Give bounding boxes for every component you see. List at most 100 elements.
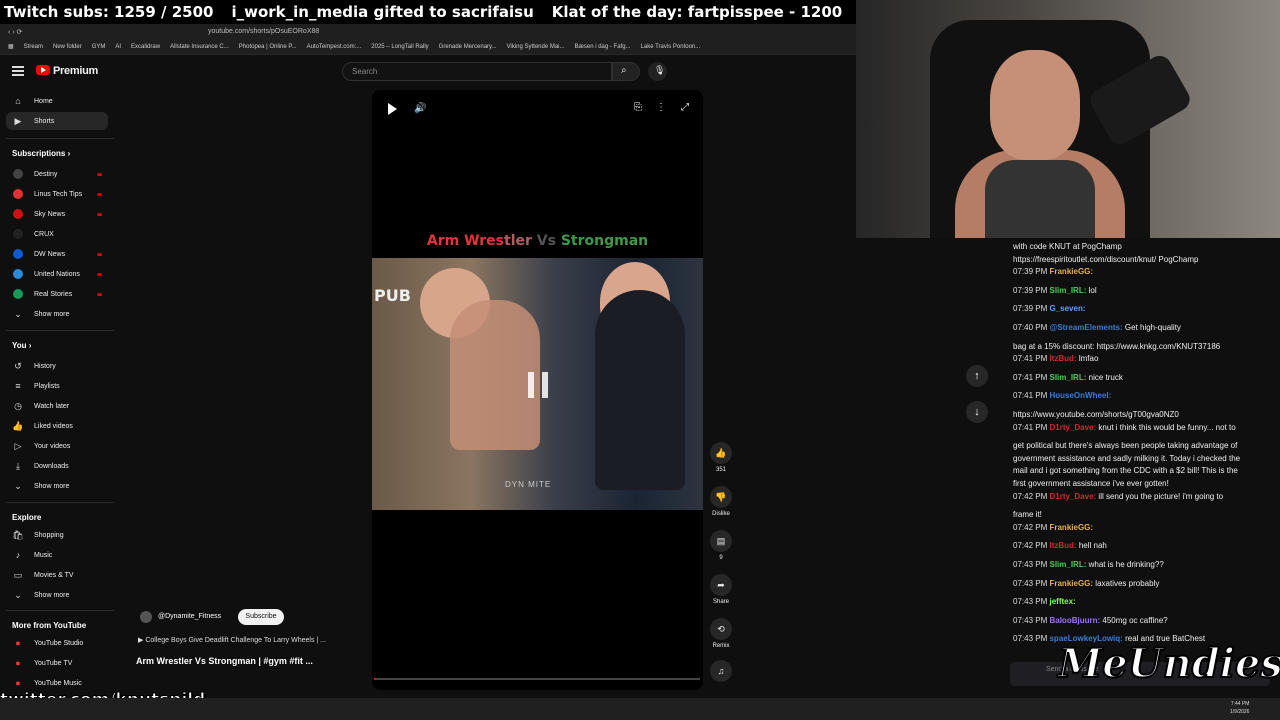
sidebar-item-subscription[interactable]: Destiny: [6, 165, 108, 183]
chat-message: 07:42 PM D1rty_Dave: ill send you the pi…: [1013, 491, 1273, 503]
progress-bar[interactable]: [374, 678, 700, 680]
system-clock[interactable]: 7:44 PM 1/9/2026: [1230, 700, 1249, 716]
apps-icon[interactable]: ▦: [8, 43, 14, 50]
chat-text: 450mg oc caffine?: [1102, 615, 1168, 625]
dislike-button[interactable]: 👎 Dislike: [706, 486, 736, 517]
next-short-button[interactable]: ↓: [966, 401, 988, 423]
channel-name[interactable]: @Dynamite_Fitness: [158, 613, 221, 620]
chat-message: 07:39 PM G_seven:: [1013, 303, 1273, 315]
chat-username[interactable]: D1rty_Dave:: [1049, 492, 1096, 501]
chat-text: lol: [1088, 285, 1097, 295]
chat-username[interactable]: Slim_IRL:: [1049, 373, 1086, 382]
search-button[interactable]: ⌕: [612, 62, 640, 81]
you-heading[interactable]: You ›: [12, 341, 31, 350]
sidebar-item-home[interactable]: ⌂ Home: [6, 92, 108, 110]
sidebar-item-history[interactable]: ↺ History: [6, 357, 108, 375]
volume-icon[interactable]: 🔊: [414, 103, 426, 115]
chat-timestamp: 07:40 PM: [1013, 323, 1048, 332]
hamburger-menu-icon[interactable]: [12, 66, 24, 76]
related-video-link[interactable]: ▶ College Boys Give Deadlift Challenge T…: [138, 636, 326, 644]
bookmark-item[interactable]: Lake Travis Pontoon...: [641, 44, 701, 50]
bookmark-item[interactable]: Stream: [24, 44, 43, 50]
chat-username[interactable]: jefftex:: [1049, 597, 1075, 606]
dislike-icon: 👎: [710, 486, 732, 508]
bookmark-item[interactable]: New folder: [53, 44, 82, 50]
chat-username[interactable]: BalooBjuurn:: [1049, 616, 1100, 625]
more-from-youtube-heading: More from YouTube: [12, 621, 87, 630]
show-more-subscriptions[interactable]: ⌄ Show more: [6, 305, 108, 323]
bookmark-item[interactable]: Allstate Insurance C...: [170, 44, 229, 50]
pause-icon[interactable]: [528, 372, 548, 398]
search-input[interactable]: Search: [342, 62, 612, 81]
comments-button[interactable]: ▤ 9: [706, 530, 736, 561]
bookmark-item[interactable]: AI: [115, 44, 121, 50]
sidebar-item-subscription[interactable]: CRUX: [6, 225, 108, 243]
chat-username[interactable]: ItzBud:: [1049, 354, 1076, 363]
sidebar-item-your-videos[interactable]: ▷ Your videos: [6, 437, 108, 455]
sidebar-item-subscription[interactable]: United Nations: [6, 265, 108, 283]
sidebar-item-shopping[interactable]: 🛍 Shopping: [6, 526, 108, 544]
sidebar-item-watch-later[interactable]: ◷ Watch later: [6, 397, 108, 415]
captions-icon[interactable]: ⎘: [632, 102, 644, 114]
bookmark-item[interactable]: Grenade Mercenary...: [439, 44, 497, 50]
more-options-icon[interactable]: ⋮: [655, 102, 667, 114]
shorts-icon: ▶: [14, 115, 22, 126]
sidebar-item-subscription[interactable]: Real Stories: [6, 285, 108, 303]
sidebar-item-youtube-studio[interactable]: ● YouTube Studio: [6, 634, 108, 652]
bookmark-item[interactable]: Excalidraw: [131, 44, 160, 50]
sidebar-item-subscription[interactable]: Linus Tech Tips: [6, 185, 108, 203]
bookmark-item[interactable]: AutoTempest.com:...: [307, 44, 362, 50]
liked-icon: 👍: [12, 420, 24, 431]
subscriptions-heading[interactable]: Subscriptions ›: [12, 149, 70, 158]
bookmark-item[interactable]: Viking Syttende Mai...: [507, 44, 565, 50]
chat-username[interactable]: FrankieGG:: [1049, 579, 1093, 588]
nav-arrows-icon[interactable]: ‹ › ⟳: [8, 28, 48, 36]
chat-username[interactable]: G_seven:: [1049, 304, 1085, 313]
youtube-music-icon: ●: [15, 678, 21, 688]
sound-thumbnail[interactable]: ♫: [706, 660, 736, 685]
sidebar-item-youtube-tv[interactable]: ● YouTube TV: [6, 654, 108, 672]
video-caption[interactable]: Arm Wrestler Vs Strongman | #gym #fit ..…: [136, 656, 313, 666]
share-button[interactable]: ➦ Share: [706, 574, 736, 605]
chat-message: https://www.youtube.com/shorts/gT00gva0N…: [1013, 409, 1273, 421]
sidebar-item-movies[interactable]: ▭ Movies & TV: [6, 566, 108, 584]
bookmark-item[interactable]: 2025 – LongTail Rally: [371, 44, 428, 50]
channel-avatar[interactable]: [140, 611, 152, 623]
chat-username[interactable]: ItzBud:: [1049, 541, 1076, 550]
sidebar-item-downloads[interactable]: ⤓ Downloads: [6, 457, 108, 475]
show-more-explore[interactable]: ⌄ Show more: [6, 586, 108, 604]
chat-username[interactable]: Slim_IRL:: [1049, 286, 1086, 295]
voice-search-button[interactable]: 🎙: [648, 62, 667, 81]
sidebar-item-shorts[interactable]: ▶ Shorts: [6, 112, 108, 130]
chat-username[interactable]: @StreamElements:: [1049, 323, 1122, 332]
show-more-you[interactable]: ⌄ Show more: [6, 477, 108, 495]
chat-username[interactable]: Slim_IRL:: [1049, 560, 1086, 569]
sidebar-item-subscription[interactable]: DW News: [6, 245, 108, 263]
chat-timestamp: 07:42 PM: [1013, 491, 1048, 501]
chat-username[interactable]: D1rty_Dave:: [1049, 423, 1096, 432]
chat-username[interactable]: FrankieGG:: [1049, 523, 1093, 532]
chat-timestamp: 07:43 PM: [1013, 634, 1048, 644]
subscribe-button[interactable]: Subscribe: [238, 609, 284, 625]
remix-button[interactable]: ⟲ Remix: [706, 618, 736, 649]
chat-message: with code KNUT at PogChamp: [1013, 241, 1273, 253]
channel-avatar: [13, 249, 23, 259]
like-button[interactable]: 👍 351: [706, 442, 736, 473]
sidebar-item-playlists[interactable]: ≡ Playlists: [6, 377, 108, 395]
chat-text: lmfao: [1078, 354, 1099, 364]
chat-username[interactable]: HouseOnWheel:: [1049, 391, 1111, 400]
sidebar-item-music[interactable]: ♪ Music: [6, 546, 108, 564]
bookmark-item[interactable]: Photopea | Online P...: [239, 44, 297, 50]
chat-message: 07:43 PM BalooBjuurn: 450mg oc caffine?: [1013, 615, 1273, 627]
url-field[interactable]: youtube.com/shorts/pOsuEORoX88: [208, 28, 508, 35]
sidebar-item-subscription[interactable]: Sky News: [6, 205, 108, 223]
fullscreen-icon[interactable]: ⤢: [679, 102, 691, 114]
previous-short-button[interactable]: ↑: [966, 365, 988, 387]
youtube-logo-icon[interactable]: [36, 65, 50, 75]
bookmark-item[interactable]: Bæsen i dag - Fafg...: [575, 44, 631, 50]
sidebar-item-liked[interactable]: 👍 Liked videos: [6, 417, 108, 435]
chat-username[interactable]: FrankieGG:: [1049, 267, 1093, 276]
premium-label[interactable]: Premium: [53, 65, 98, 77]
play-icon[interactable]: [388, 103, 397, 115]
bookmark-item[interactable]: GYM: [92, 44, 106, 50]
